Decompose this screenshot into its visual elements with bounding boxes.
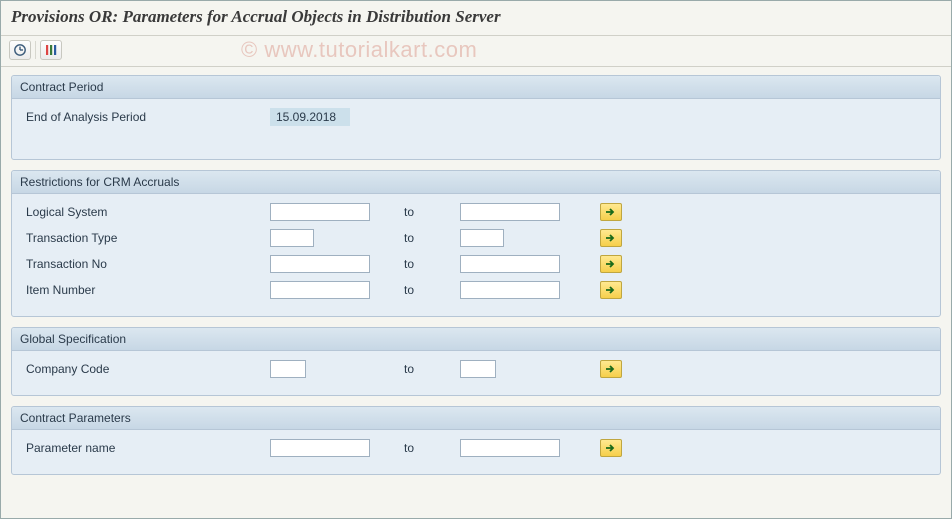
label-parameter-name: Parameter name bbox=[20, 441, 270, 455]
input-company-code-to[interactable] bbox=[460, 360, 496, 378]
group-contract-period: Contract Period End of Analysis Period 1… bbox=[11, 75, 941, 160]
label-transaction-type: Transaction Type bbox=[20, 231, 270, 245]
variant-bars-icon bbox=[44, 43, 58, 57]
row-transaction-type: Transaction Type to bbox=[20, 226, 932, 250]
content-area: Contract Period End of Analysis Period 1… bbox=[1, 67, 951, 483]
to-label: to bbox=[400, 231, 460, 245]
multi-select-company-code[interactable] bbox=[600, 360, 622, 378]
execute-button[interactable] bbox=[9, 40, 31, 60]
arrow-right-icon bbox=[605, 259, 617, 269]
toolbar bbox=[1, 36, 951, 67]
input-parameter-name-to[interactable] bbox=[460, 439, 560, 457]
multi-select-parameter-name[interactable] bbox=[600, 439, 622, 457]
to-label: to bbox=[400, 441, 460, 455]
to-label: to bbox=[400, 362, 460, 376]
arrow-right-icon bbox=[605, 364, 617, 374]
label-company-code: Company Code bbox=[20, 362, 270, 376]
get-variant-button[interactable] bbox=[40, 40, 62, 60]
input-item-number-from[interactable] bbox=[270, 281, 370, 299]
group-global-spec: Global Specification Company Code to bbox=[11, 327, 941, 396]
input-logical-system-from[interactable] bbox=[270, 203, 370, 221]
input-logical-system-to[interactable] bbox=[460, 203, 560, 221]
toolbar-separator bbox=[35, 41, 36, 59]
arrow-right-icon bbox=[605, 233, 617, 243]
row-logical-system: Logical System to bbox=[20, 200, 932, 224]
input-transaction-type-from[interactable] bbox=[270, 229, 314, 247]
arrow-right-icon bbox=[605, 285, 617, 295]
group-header-global: Global Specification bbox=[12, 328, 940, 351]
group-contract-params: Contract Parameters Parameter name to bbox=[11, 406, 941, 475]
label-transaction-no: Transaction No bbox=[20, 257, 270, 271]
row-company-code: Company Code to bbox=[20, 357, 932, 381]
label-item-number: Item Number bbox=[20, 283, 270, 297]
input-transaction-no-to[interactable] bbox=[460, 255, 560, 273]
input-transaction-no-from[interactable] bbox=[270, 255, 370, 273]
value-end-of-analysis: 15.09.2018 bbox=[270, 108, 350, 126]
row-end-of-analysis: End of Analysis Period 15.09.2018 bbox=[20, 105, 932, 129]
to-label: to bbox=[400, 257, 460, 271]
to-label: to bbox=[400, 283, 460, 297]
row-transaction-no: Transaction No to bbox=[20, 252, 932, 276]
input-company-code-from[interactable] bbox=[270, 360, 306, 378]
arrow-right-icon bbox=[605, 443, 617, 453]
group-header-contract-period: Contract Period bbox=[12, 76, 940, 99]
clock-icon bbox=[13, 43, 27, 57]
group-crm-accruals: Restrictions for CRM Accruals Logical Sy… bbox=[11, 170, 941, 317]
group-header-contract-params: Contract Parameters bbox=[12, 407, 940, 430]
multi-select-transaction-type[interactable] bbox=[600, 229, 622, 247]
multi-select-logical-system[interactable] bbox=[600, 203, 622, 221]
group-header-crm: Restrictions for CRM Accruals bbox=[12, 171, 940, 194]
page-title: Provisions OR: Parameters for Accrual Ob… bbox=[1, 1, 951, 36]
input-item-number-to[interactable] bbox=[460, 281, 560, 299]
label-logical-system: Logical System bbox=[20, 205, 270, 219]
input-transaction-type-to[interactable] bbox=[460, 229, 504, 247]
row-item-number: Item Number to bbox=[20, 278, 932, 302]
multi-select-item-number[interactable] bbox=[600, 281, 622, 299]
row-parameter-name: Parameter name to bbox=[20, 436, 932, 460]
multi-select-transaction-no[interactable] bbox=[600, 255, 622, 273]
to-label: to bbox=[400, 205, 460, 219]
arrow-right-icon bbox=[605, 207, 617, 217]
input-parameter-name-from[interactable] bbox=[270, 439, 370, 457]
label-end-of-analysis: End of Analysis Period bbox=[20, 110, 270, 124]
